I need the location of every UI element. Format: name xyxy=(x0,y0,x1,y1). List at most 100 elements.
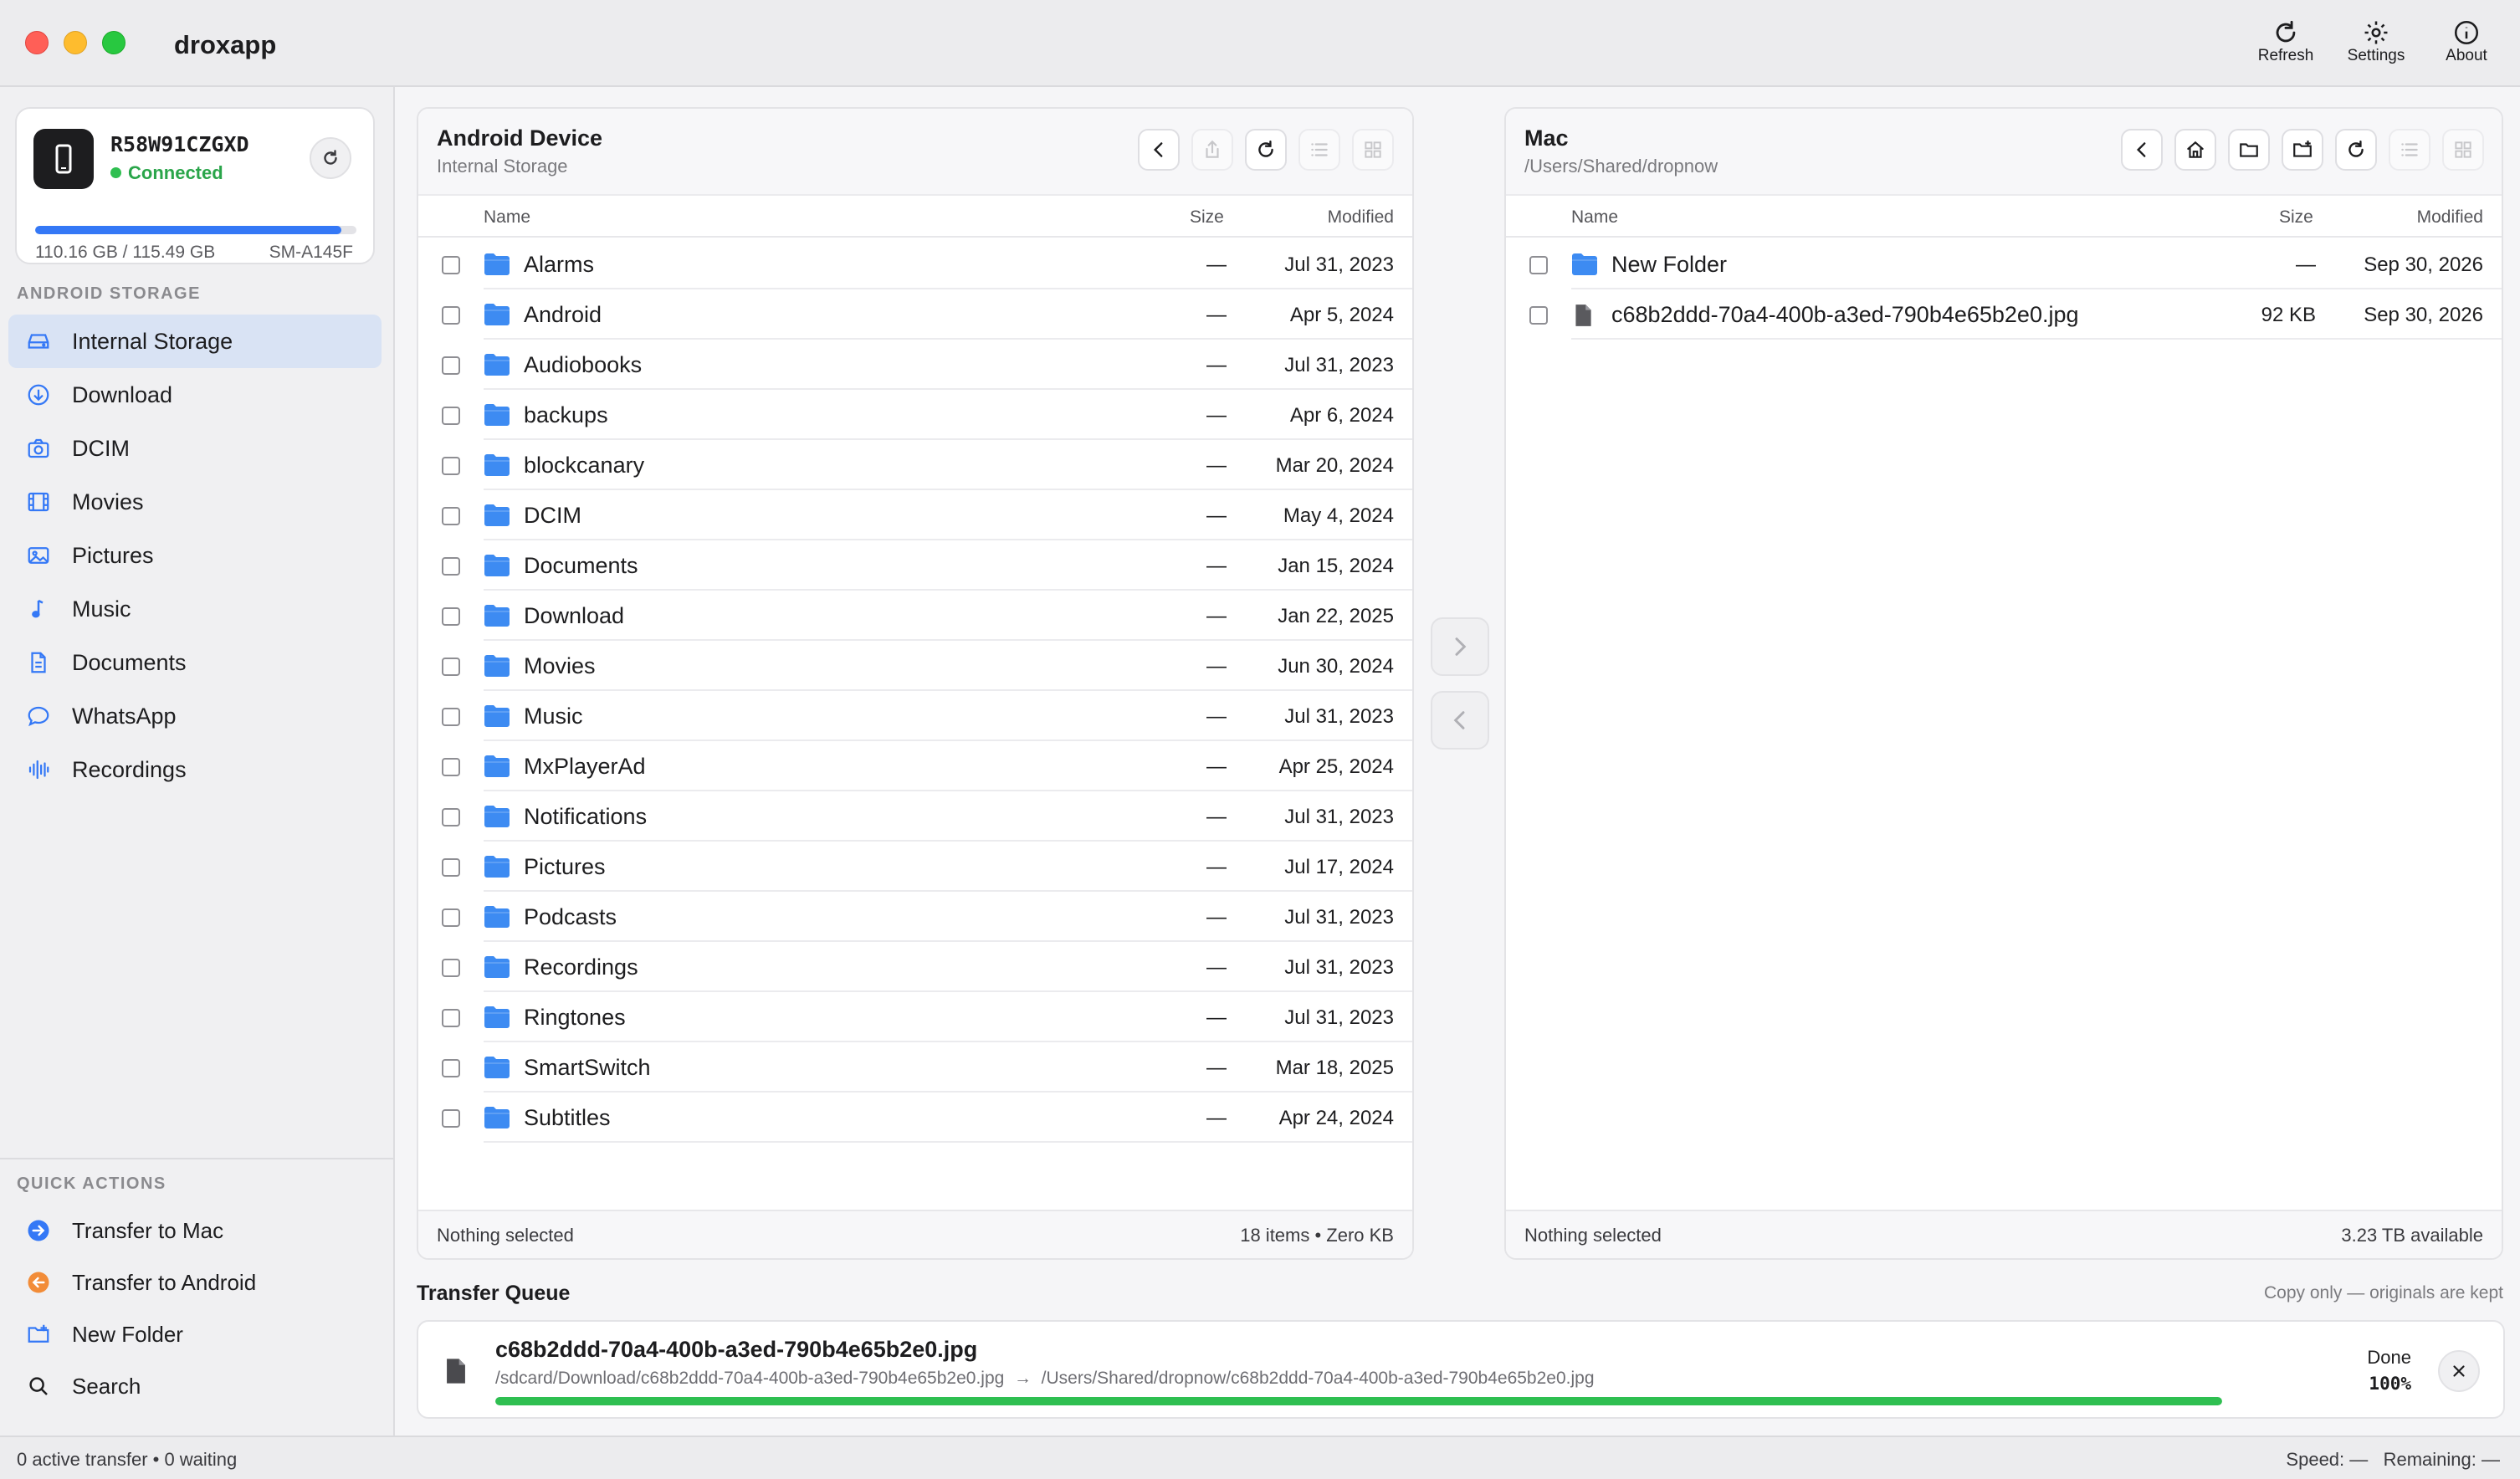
file-name: MxPlayerAd xyxy=(524,754,646,779)
row-checkbox[interactable] xyxy=(442,557,460,576)
column-size-header[interactable]: Size xyxy=(2279,207,2313,228)
row-checkbox[interactable] xyxy=(442,256,460,274)
mac-column-header: Name Size Modified xyxy=(1506,196,2502,238)
file-row[interactable]: Subtitles — Apr 24, 2024 xyxy=(418,1093,1412,1143)
grid-view-button[interactable] xyxy=(2442,129,2484,171)
file-size: — xyxy=(1206,304,1227,326)
column-name-header[interactable]: Name xyxy=(1571,207,1618,228)
row-checkbox[interactable] xyxy=(1529,306,1548,325)
quick-action-label: Transfer to Android xyxy=(72,1269,257,1295)
zoom-window-button[interactable] xyxy=(102,31,125,54)
row-checkbox[interactable] xyxy=(442,858,460,877)
column-name-header[interactable]: Name xyxy=(484,207,530,228)
file-row[interactable]: Pictures — Jul 17, 2024 xyxy=(418,842,1412,892)
row-checkbox[interactable] xyxy=(442,758,460,776)
close-window-button[interactable] xyxy=(25,31,49,54)
settings-button[interactable]: Settings xyxy=(2334,18,2418,72)
file-row[interactable]: Android — Apr 5, 2024 xyxy=(418,289,1412,340)
column-modified-header[interactable]: Modified xyxy=(2417,207,2483,228)
back-button[interactable] xyxy=(1138,129,1180,171)
new-folder-button[interactable]: New Folder xyxy=(8,1308,382,1360)
row-checkbox[interactable] xyxy=(442,1009,460,1027)
file-row[interactable]: New Folder — Sep 30, 2026 xyxy=(1506,239,2502,289)
column-size-header[interactable]: Size xyxy=(1190,207,1224,228)
folder-icon xyxy=(484,905,510,929)
sidebar-item-documents[interactable]: Documents xyxy=(8,636,382,689)
sidebar-item-recordings[interactable]: Recordings xyxy=(8,743,382,796)
home-button[interactable] xyxy=(2174,129,2216,171)
transfer-to-android-button[interactable]: Transfer to Android xyxy=(8,1256,382,1308)
list-view-button[interactable] xyxy=(2389,129,2430,171)
row-checkbox[interactable] xyxy=(442,607,460,626)
row-checkbox[interactable] xyxy=(442,658,460,676)
file-name: Documents xyxy=(524,553,638,578)
folder-icon xyxy=(2240,143,2258,157)
row-checkbox[interactable] xyxy=(442,407,460,425)
transfer-status: Done xyxy=(2367,1347,2411,1368)
row-checkbox[interactable] xyxy=(442,507,460,525)
list-view-button[interactable] xyxy=(1298,129,1340,171)
file-modified: Jul 31, 2023 xyxy=(1284,956,1394,979)
sidebar-item-label: Recordings xyxy=(72,756,187,782)
about-button[interactable]: About xyxy=(2425,18,2508,72)
back-button[interactable] xyxy=(2121,129,2163,171)
minimize-window-button[interactable] xyxy=(64,31,87,54)
copy-to-mac-button[interactable] xyxy=(1431,617,1489,676)
sidebar-item-pictures[interactable]: Pictures xyxy=(8,529,382,582)
file-row[interactable]: Documents — Jan 15, 2024 xyxy=(418,540,1412,591)
device-refresh-button[interactable] xyxy=(310,137,351,179)
row-checkbox[interactable] xyxy=(442,356,460,375)
chevron-right-icon xyxy=(1455,637,1467,656)
file-row[interactable]: backups — Apr 6, 2024 xyxy=(418,390,1412,440)
file-row[interactable]: Ringtones — Jul 31, 2023 xyxy=(418,992,1412,1042)
file-row[interactable]: c68b2ddd-70a4-400b-a3ed-790b4e65b2e0.jpg… xyxy=(1506,289,2502,340)
sidebar-item-internal-storage[interactable]: Internal Storage xyxy=(8,315,382,368)
column-modified-header[interactable]: Modified xyxy=(1328,207,1394,228)
mac-pane-header: Mac /Users/Shared/dropnow xyxy=(1506,109,2502,196)
row-checkbox[interactable] xyxy=(442,457,460,475)
file-name: Music xyxy=(524,704,583,729)
reload-button[interactable] xyxy=(1245,129,1287,171)
sidebar-item-download[interactable]: Download xyxy=(8,368,382,422)
file-row[interactable]: MxPlayerAd — Apr 25, 2024 xyxy=(418,741,1412,791)
choose-folder-button[interactable] xyxy=(2228,129,2270,171)
refresh-button[interactable]: Refresh xyxy=(2244,18,2328,72)
refresh-icon xyxy=(2348,141,2364,157)
file-row[interactable]: Download — Jan 22, 2025 xyxy=(418,591,1412,641)
file-row[interactable]: Podcasts — Jul 31, 2023 xyxy=(418,892,1412,942)
file-row[interactable]: Movies — Jun 30, 2024 xyxy=(418,641,1412,691)
copy-to-android-button[interactable] xyxy=(1431,691,1489,750)
row-checkbox[interactable] xyxy=(442,959,460,977)
file-row[interactable]: Recordings — Jul 31, 2023 xyxy=(418,942,1412,992)
row-checkbox[interactable] xyxy=(442,1059,460,1077)
share-button[interactable] xyxy=(1191,129,1233,171)
folder-icon xyxy=(484,755,510,778)
file-size: — xyxy=(1206,655,1227,678)
file-row[interactable]: Audiobooks — Jul 31, 2023 xyxy=(418,340,1412,390)
row-checkbox[interactable] xyxy=(1529,256,1548,274)
file-row[interactable]: Music — Jul 31, 2023 xyxy=(418,691,1412,741)
quick-action-label: New Folder xyxy=(72,1321,183,1347)
sidebar-item-dcim[interactable]: DCIM xyxy=(8,422,382,475)
file-size: 92 KB xyxy=(2261,304,2316,326)
row-checkbox[interactable] xyxy=(442,808,460,826)
new-folder-toolbar-button[interactable] xyxy=(2282,129,2323,171)
search-button[interactable]: Search xyxy=(8,1360,382,1412)
sidebar-item-whatsapp[interactable]: WhatsApp xyxy=(8,689,382,743)
grid-view-button[interactable] xyxy=(1352,129,1394,171)
file-row[interactable]: Notifications — Jul 31, 2023 xyxy=(418,791,1412,842)
row-checkbox[interactable] xyxy=(442,1109,460,1128)
transfer-to-mac-button[interactable]: Transfer to Mac xyxy=(8,1205,382,1256)
android-pane-header: Android Device Internal Storage xyxy=(418,109,1412,196)
file-row[interactable]: Alarms — Jul 31, 2023 xyxy=(418,239,1412,289)
reload-button[interactable] xyxy=(2335,129,2377,171)
file-row[interactable]: blockcanary — Mar 20, 2024 xyxy=(418,440,1412,490)
row-checkbox[interactable] xyxy=(442,306,460,325)
file-row[interactable]: DCIM — May 4, 2024 xyxy=(418,490,1412,540)
row-checkbox[interactable] xyxy=(442,908,460,927)
sidebar-item-music[interactable]: Music xyxy=(8,582,382,636)
row-checkbox[interactable] xyxy=(442,708,460,726)
sidebar-item-movies[interactable]: Movies xyxy=(8,475,382,529)
remove-transfer-button[interactable] xyxy=(2438,1350,2480,1392)
file-row[interactable]: SmartSwitch — Mar 18, 2025 xyxy=(418,1042,1412,1093)
